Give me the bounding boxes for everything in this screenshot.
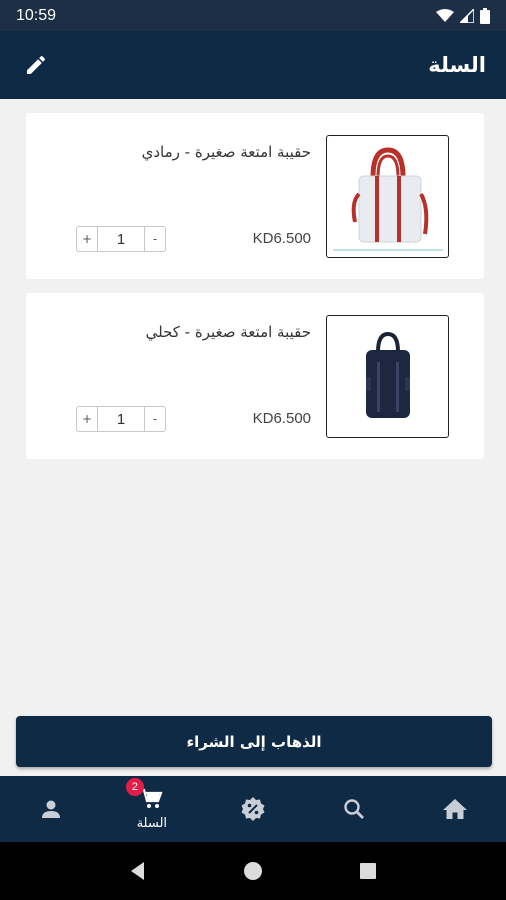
- quantity-stepper: + 1 -: [76, 226, 166, 252]
- back-triangle-icon: [130, 862, 144, 880]
- quantity-value: 1: [116, 410, 126, 428]
- increase-quantity-button[interactable]: +: [77, 227, 98, 251]
- quantity-value: 1: [116, 230, 126, 248]
- increase-quantity-button[interactable]: +: [77, 407, 98, 431]
- quantity-stepper: + 1 -: [76, 406, 166, 432]
- back-button[interactable]: [118, 851, 158, 891]
- page-title: السلة: [428, 53, 486, 77]
- status-time: 10:59: [16, 6, 57, 24]
- grey-tote-bag-image: [332, 146, 443, 250]
- status-icons: [436, 7, 490, 24]
- nav-item-offers[interactable]: [202, 776, 303, 842]
- product-name[interactable]: حقيبة امتعة صغيرة - كحلي: [146, 323, 311, 341]
- status-bar: 10:59: [0, 0, 506, 31]
- nav-item-profile[interactable]: [0, 776, 101, 842]
- cart-icon-wrapper: 2: [125, 778, 164, 815]
- home-circle-icon: [243, 862, 262, 880]
- product-price: KD6.500: [252, 410, 311, 427]
- navy-backpack-image: [365, 331, 410, 418]
- product-image[interactable]: [326, 315, 449, 438]
- product-name[interactable]: حقيبة امتعة صغيرة - رمادي: [142, 143, 311, 161]
- nav-item-search[interactable]: [304, 776, 405, 842]
- nav-label-cart: السلة: [136, 816, 168, 831]
- bottom-nav: 2 السلة: [0, 776, 506, 842]
- pencil-icon: [27, 55, 46, 74]
- cart-item-card: حقيبة امتعة صغيرة - رمادي KD6.500 + 1 -: [26, 113, 484, 279]
- recents-square-icon: [360, 863, 377, 879]
- decrease-quantity-button[interactable]: -: [144, 227, 165, 251]
- discount-icon: [241, 797, 265, 821]
- app-bar: السلة: [0, 31, 506, 99]
- search-icon: [344, 799, 365, 819]
- checkout-button[interactable]: الذهاب إلى الشراء: [16, 716, 492, 767]
- cellular-signal-icon: [460, 8, 474, 23]
- user-icon: [41, 800, 60, 818]
- system-nav-bar: [0, 842, 506, 900]
- cart-count-badge: 2: [125, 778, 144, 796]
- decrease-quantity-button[interactable]: -: [144, 407, 165, 431]
- home-nav-button[interactable]: [233, 851, 273, 891]
- nav-item-home[interactable]: [405, 776, 506, 842]
- home-icon: [443, 799, 468, 819]
- recents-button[interactable]: [348, 851, 388, 891]
- wifi-icon: [436, 8, 454, 22]
- cart-item-card: حقيبة امتعة صغيرة - كحلي KD6.500 + 1 -: [26, 293, 484, 459]
- battery-icon: [480, 7, 490, 24]
- product-price: KD6.500: [252, 230, 311, 247]
- edit-button[interactable]: [22, 51, 50, 79]
- cart-icon: [140, 788, 163, 808]
- nav-item-cart[interactable]: 2 السلة: [101, 776, 202, 842]
- product-image[interactable]: [326, 135, 449, 258]
